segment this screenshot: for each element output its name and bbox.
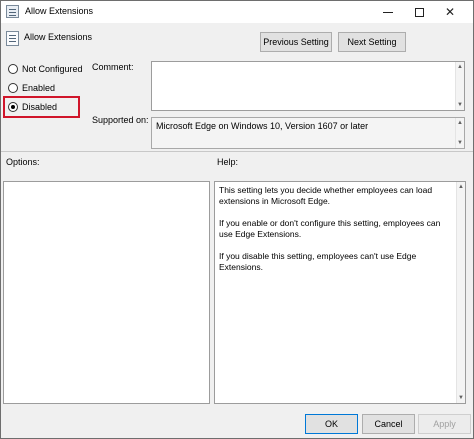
options-label: Options: xyxy=(6,157,40,167)
radio-not-configured[interactable]: Not Configured xyxy=(8,64,83,74)
radio-button-icon[interactable] xyxy=(8,64,18,74)
scroll-up-icon[interactable]: ▲ xyxy=(456,118,464,128)
help-scrollbar[interactable]: ▲ ▼ xyxy=(456,182,465,403)
maximize-icon[interactable] xyxy=(404,1,434,23)
scroll-up-icon[interactable]: ▲ xyxy=(457,182,465,192)
title-bar[interactable]: Allow Extensions ✕ xyxy=(1,1,473,23)
previous-setting-button[interactable]: Previous Setting xyxy=(260,32,332,52)
next-setting-button[interactable]: Next Setting xyxy=(338,32,406,52)
policy-setting-icon xyxy=(6,31,19,46)
help-label: Help: xyxy=(217,157,239,167)
options-panel xyxy=(3,181,210,404)
help-paragraph: If you disable this setting, employees c… xyxy=(219,251,417,272)
scroll-down-icon[interactable]: ▼ xyxy=(457,393,465,403)
comment-scrollbar[interactable]: ▲ ▼ xyxy=(455,62,464,110)
apply-button[interactable]: Apply xyxy=(418,414,471,434)
help-text: This setting lets you decide whether emp… xyxy=(219,185,455,284)
help-paragraph: If you enable or don't configure this se… xyxy=(219,218,441,239)
supported-on-value: Microsoft Edge on Windows 10, Version 16… xyxy=(156,121,369,131)
policy-name: Allow Extensions xyxy=(24,32,93,42)
scroll-down-icon[interactable]: ▼ xyxy=(456,100,464,110)
cancel-button[interactable]: Cancel xyxy=(362,414,415,434)
policy-app-icon xyxy=(6,5,19,18)
comment-label: Comment: xyxy=(92,62,134,72)
help-panel[interactable]: This setting lets you decide whether emp… xyxy=(214,181,466,404)
supported-on-field: Microsoft Edge on Windows 10, Version 16… xyxy=(151,117,465,149)
comment-textarea[interactable]: ▲ ▼ xyxy=(151,61,465,111)
radio-enabled[interactable]: Enabled xyxy=(8,83,55,93)
supported-on-label: Supported on: xyxy=(92,115,149,125)
disabled-highlight-box xyxy=(3,96,80,118)
group-policy-dialog: Allow Extensions ✕ Allow Extensions Prev… xyxy=(0,0,474,439)
section-divider xyxy=(1,151,473,152)
scroll-up-icon[interactable]: ▲ xyxy=(456,62,464,72)
radio-button-icon[interactable] xyxy=(8,83,18,93)
supported-scrollbar[interactable]: ▲ ▼ xyxy=(455,118,464,148)
ok-button[interactable]: OK xyxy=(305,414,358,434)
minimize-icon[interactable] xyxy=(373,1,403,23)
window-title: Allow Extensions xyxy=(25,6,94,16)
help-paragraph: This setting lets you decide whether emp… xyxy=(219,185,433,206)
close-icon[interactable]: ✕ xyxy=(435,1,465,23)
radio-label: Enabled xyxy=(22,83,56,93)
radio-label: Not Configured xyxy=(22,64,83,74)
scroll-down-icon[interactable]: ▼ xyxy=(456,138,464,148)
